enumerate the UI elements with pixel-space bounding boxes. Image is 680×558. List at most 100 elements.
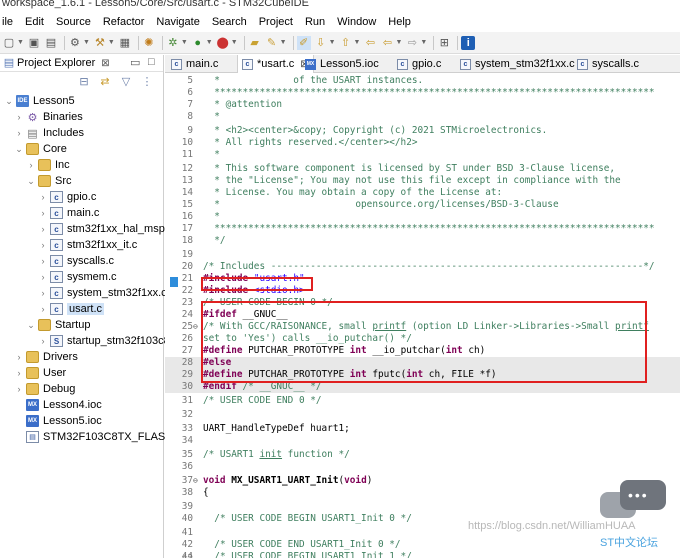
last-edit-icon[interactable]: ⇦ [363,36,377,50]
dropdown-arrow-icon[interactable]: ▼ [17,39,24,46]
back-icon[interactable]: ⇦ [380,36,394,50]
expanded-arrow-icon[interactable]: ⌄ [14,144,24,155]
tree-item-core[interactable]: ⌄ Core [14,141,67,157]
code-line[interactable]: 19 [165,249,680,261]
code-line[interactable]: 23 /* USER CODE BEGIN 0 */ [165,297,680,309]
code-line[interactable]: 7 * @attention [165,99,680,111]
menu-window[interactable]: Window [337,16,376,28]
annotation-next-icon[interactable]: ⇩ [314,36,328,50]
code-line[interactable]: 9 * <h2><center>&copy; Copyright (c) 202… [165,125,680,137]
expanded-arrow-icon[interactable]: ⌄ [26,320,36,331]
collapsed-arrow-icon[interactable]: › [38,192,48,202]
code-line[interactable]: 31 /* USER CODE END 0 */ [165,395,680,407]
code-line[interactable]: 22 #include <stdio.h> [165,285,680,297]
code-line[interactable]: 20 /* Includes --------------------------… [165,261,680,273]
code-line[interactable]: 26 set to 'Yes') calls __io_putchar() */ [165,333,680,345]
tree-item-lesson4-ioc[interactable]: MX Lesson4.ioc [14,397,102,413]
annotation-prev-icon[interactable]: ⇧ [339,36,353,50]
save-icon[interactable]: ▣ [27,36,41,50]
tree-item-lesson5-ioc[interactable]: MX Lesson5.ioc [14,413,102,429]
collapsed-arrow-icon[interactable]: › [14,384,24,394]
collapsed-arrow-icon[interactable]: › [38,208,48,218]
code-line[interactable]: 17 *************************************… [165,223,680,235]
minimize-icon[interactable]: ▭ [130,56,140,69]
tree-item-includes[interactable]: › ▤ Includes [14,125,84,141]
tree-item-user[interactable]: › User [14,365,66,381]
tree-item-stm32f1xx-hal-msp-c[interactable]: › c stm32f1xx_hal_msp.c [38,221,173,237]
tree-item-startup[interactable]: ⌄ Startup [26,317,90,333]
menu-source[interactable]: Source [56,16,91,28]
dropdown-arrow-icon[interactable]: ▼ [420,39,427,46]
code-line[interactable]: 6 **************************************… [165,87,680,99]
code-line[interactable]: 16 * [165,211,680,223]
tree-item-main-c[interactable]: › c main.c [38,205,99,221]
code-line[interactable]: 11 * [165,149,680,161]
tree-item-sysmem-c[interactable]: › c sysmem.c [38,269,117,285]
code-line[interactable]: 33 UART_HandleTypeDef huart1; [165,423,680,435]
filter-icon[interactable]: ▽ [119,75,133,89]
code-line[interactable]: 13 * the "License"; You may not use this… [165,175,680,187]
settings-icon[interactable]: ⚙ [68,36,82,50]
code-line[interactable]: 30 #endif /* __GNUC__ */ [165,381,680,393]
tab-system-stm32f1xx-c[interactable]: c system_stm32f1xx.c [460,55,575,73]
collapsed-arrow-icon[interactable]: › [38,272,48,282]
code-line[interactable]: 10 * All rights reserved.</center></h2> [165,137,680,149]
menu-navigate[interactable]: Navigate [156,16,199,28]
tree-item-src[interactable]: ⌄ Src [26,173,72,189]
code-line[interactable]: 27 #define PUTCHAR_PROTOTYPE int __io_put… [165,345,680,357]
open-perspective-icon[interactable]: ⊞ [437,36,451,50]
build-hammer-icon[interactable]: ⚒ [93,36,107,50]
view-menu-icon[interactable]: ⋮ [140,75,154,89]
collapsed-arrow-icon[interactable]: › [14,368,24,378]
fold-toggle-icon[interactable]: ⊖ [193,475,201,487]
tree-item-inc[interactable]: › Inc [26,157,70,173]
dropdown-arrow-icon[interactable]: ▼ [231,39,238,46]
tab-main-c[interactable]: c main.c [171,55,218,73]
code-line[interactable]: 36 [165,461,680,473]
code-line[interactable]: 25 ⊖/* With GCC/RAISONANCE, small printf … [165,321,680,333]
dropdown-arrow-icon[interactable]: ▼ [395,39,402,46]
tree-item-lesson5[interactable]: ⌄ IDE Lesson5 [4,93,75,109]
collapse-all-icon[interactable]: ⊟ [77,75,91,89]
code-line[interactable]: 18 */ [165,235,680,247]
run-icon[interactable]: ● [191,36,205,50]
code-line[interactable]: 28 #else [165,357,680,369]
dropdown-arrow-icon[interactable]: ▼ [108,39,115,46]
menu-ile[interactable]: ile [2,16,13,28]
fold-toggle-icon[interactable]: ⊖ [193,321,201,333]
dropdown-arrow-icon[interactable]: ▼ [354,39,361,46]
close-view-icon[interactable]: ⊠ [101,58,109,69]
tree-item-gpio-c[interactable]: › c gpio.c [38,189,96,205]
collapsed-arrow-icon[interactable]: › [38,336,48,346]
code-line[interactable]: 8 * [165,111,680,123]
tree-item-stm32f103c8tx-flash-lc[interactable]: ▤ STM32F103C8TX_FLASH.lc [14,429,184,445]
menu-refactor[interactable]: Refactor [103,16,145,28]
dropdown-arrow-icon[interactable]: ▼ [329,39,336,46]
dropdown-arrow-icon[interactable]: ▼ [181,39,188,46]
pen-icon[interactable]: ✎ [265,36,279,50]
menu-run[interactable]: Run [305,16,325,28]
menu-project[interactable]: Project [259,16,293,28]
collapsed-arrow-icon[interactable]: › [14,352,24,362]
debug-icon[interactable]: ✲ [166,36,180,50]
code-line[interactable]: 14 * License. You may obtain a copy of t… [165,187,680,199]
grid-icon[interactable]: ▦ [118,36,132,50]
tab-lesson5-ioc[interactable]: MX Lesson5.ioc [305,55,379,73]
collapsed-arrow-icon[interactable]: › [38,240,48,250]
collapsed-arrow-icon[interactable]: › [38,288,48,298]
dropdown-arrow-icon[interactable]: ▼ [206,39,213,46]
code-line[interactable]: 15 * opensource.org/licenses/BSD-3-Claus… [165,199,680,211]
tree-item-startup-stm32f103c8[interactable]: › Sstartup_stm32f103c8 [38,333,170,349]
highlight-icon[interactable]: ✐ [296,35,311,50]
collapsed-arrow-icon[interactable]: › [38,304,48,314]
tree-item-syscalls-c[interactable]: › c syscalls.c [38,253,114,269]
tab-usart-c[interactable]: c*usart.c⊠ [237,55,314,73]
new-icon[interactable]: ▢ [2,36,16,50]
info-icon[interactable]: i [461,35,476,50]
collapsed-arrow-icon[interactable]: › [38,224,48,234]
tree-item-system-stm32f1xx-c[interactable]: › c system_stm32f1xx.c [38,285,167,301]
tab-gpio-c[interactable]: c gpio.c [397,55,441,73]
menu-help[interactable]: Help [388,16,411,28]
code-line[interactable]: 35 /* USART1 init function */ [165,449,680,461]
code-line[interactable]: 32 [165,409,680,421]
